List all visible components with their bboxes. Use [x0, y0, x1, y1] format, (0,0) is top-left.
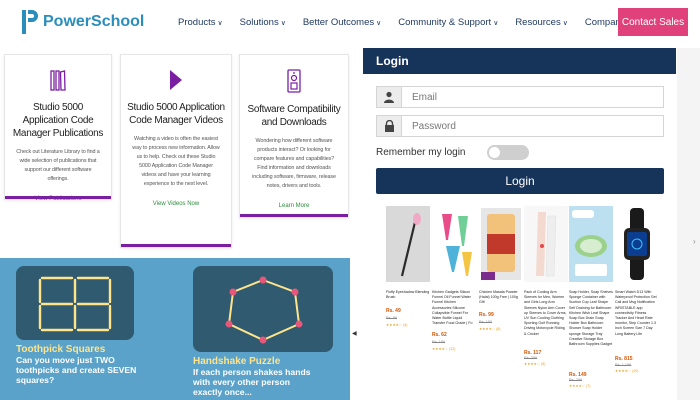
product-rating: ★★★★☆ (5)	[524, 362, 546, 366]
remember-login-label: Remember my login	[376, 147, 466, 158]
chevron-down-icon: ∨	[217, 20, 223, 27]
email-input[interactable]	[402, 86, 664, 108]
password-field	[376, 115, 664, 137]
product-rating: ★★★★☆ (4)	[386, 323, 408, 327]
product-price: Rs. 49	[386, 308, 401, 314]
product-image	[524, 206, 568, 282]
product-card[interactable]: Pack of Cooling Arm Sleeves for Men, Wom…	[524, 206, 568, 366]
card-title: Software Compatibility and Downloads	[247, 104, 341, 128]
product-image	[432, 206, 476, 282]
remember-login-toggle[interactable]	[487, 145, 529, 160]
product-card[interactable]: Chicken Masala Powder (Halal) 100g Free …	[479, 206, 523, 360]
resource-card-compatibility: Software Compatibility and Downloads Won…	[239, 54, 349, 218]
product-rating: ★★★★☆ (10)	[615, 369, 639, 373]
card-accent-bar	[5, 196, 111, 199]
product-name: Smart Watch D13 With Waterproof Protecti…	[615, 290, 657, 336]
nav-better-outcomes[interactable]: Better Outcomes ∨	[303, 17, 381, 28]
product-image	[386, 206, 430, 282]
compatibility-icon	[287, 69, 301, 93]
nav-resources[interactable]: Resources ∨	[515, 17, 568, 28]
product-card[interactable]: Fluffy Eyeshadow Blending Brush Rs. 49 R…	[386, 206, 430, 360]
toothpick-puzzle-tile[interactable]	[16, 266, 134, 340]
card-description: Watching a video is often the easiest wa…	[132, 136, 220, 187]
main-nav: Products ∨ Solutions ∨ Better Outcomes ∨ Co…	[178, 17, 650, 28]
product-name: Kitchen Gadgets Silicon Funnel Oil Funne…	[432, 290, 473, 326]
card-title: Studio 5000 Application Code Manager Vid…	[127, 102, 225, 126]
play-icon	[170, 70, 182, 90]
site-header: PowerSchool Products ∨ Solutions ∨ Better …	[0, 0, 700, 46]
nav-community-support[interactable]: Community & Support ∨	[398, 17, 498, 28]
product-mrp: Rs. 1,199	[615, 363, 632, 367]
product-card[interactable]: Smart Watch D13 With Waterproof Protecti…	[615, 206, 659, 373]
product-mrp: Rs. 299	[569, 378, 583, 382]
product-name: Fluffy Eyeshadow Blending Brush	[386, 290, 430, 300]
product-name: Soap Holder, Soap Shelves Sponge Contain…	[569, 290, 613, 347]
shelf-left-arrow-icon[interactable]: ◀	[352, 330, 357, 337]
product-rating: ★★★★☆ (8)	[479, 327, 501, 331]
product-image	[615, 206, 659, 282]
learn-more-link[interactable]: Learn More	[240, 203, 348, 209]
toggle-knob	[489, 147, 500, 158]
login-button[interactable]: Login	[376, 168, 664, 194]
product-rating: ★★★★☆ (7)	[569, 384, 591, 388]
card-description: Wondering how different software product…	[252, 138, 336, 189]
handshake-puzzle-title: Handshake Puzzle	[193, 356, 281, 367]
nav-label: Products	[178, 17, 216, 28]
nav-label: Better Outcomes	[302, 17, 375, 28]
card-accent-bar	[121, 244, 231, 247]
product-image	[479, 206, 523, 282]
toothpick-puzzle-title: Toothpick Squares	[16, 344, 106, 355]
product-mrp: Rs. 99	[386, 316, 397, 320]
book-stack-icon	[50, 70, 66, 91]
card-title: Studio 5000 Application Code Manager Pub…	[12, 102, 104, 139]
toothpick-puzzle-description: Can you move just TWO toothpicks and cre…	[16, 355, 137, 385]
nav-label: Community & Support	[398, 17, 492, 28]
contact-sales-button[interactable]: Contact Sales	[618, 8, 688, 36]
scrollbar[interactable]	[677, 48, 700, 400]
product-price: Rs. 815	[615, 356, 633, 362]
powerschool-logo-icon	[22, 10, 38, 34]
product-rating: ★★★★☆ (12)	[432, 347, 456, 351]
product-mrp: Rs. 150	[432, 340, 446, 344]
email-field	[376, 86, 664, 108]
handshake-graph-graphic	[225, 276, 303, 344]
product-card[interactable]: Soap Holder, Soap Shelves Sponge Contain…	[569, 206, 613, 388]
user-icon	[376, 86, 402, 108]
nav-label: Solutions	[239, 17, 279, 28]
nav-products[interactable]: Products ∨	[178, 17, 223, 28]
chevron-down-icon: ∨	[376, 20, 382, 27]
login-heading: Login	[363, 48, 676, 74]
toothpick-squares-graphic	[38, 276, 112, 332]
product-price: Rs. 62	[432, 332, 447, 338]
chevron-down-icon: ∨	[493, 20, 499, 27]
product-name: Chicken Masala Powder (Halal) 100g Free …	[479, 290, 518, 305]
view-videos-link[interactable]: View Videos Now	[121, 201, 231, 207]
logo-text: PowerSchool	[43, 13, 145, 30]
chevron-down-icon: ∨	[280, 20, 286, 27]
resource-card-publications: Studio 5000 Application Code Manager Pub…	[4, 54, 112, 202]
product-image	[569, 206, 613, 282]
lock-icon	[376, 115, 402, 137]
product-price: Rs. 99	[479, 312, 494, 318]
chevron-right-icon[interactable]: ›	[693, 237, 696, 246]
handshake-puzzle-tile[interactable]	[193, 266, 333, 352]
powerschool-logo[interactable]: PowerSchool	[22, 10, 144, 34]
card-description: Check out Literature Library to find a w…	[16, 149, 100, 182]
handshake-puzzle-description: If each person shakes hands with every o…	[193, 367, 311, 397]
resource-card-videos: Studio 5000 Application Code Manager Vid…	[120, 54, 232, 248]
password-input[interactable]	[402, 115, 664, 137]
product-card[interactable]: Kitchen Gadgets Silicon Funnel Oil Funne…	[432, 206, 476, 360]
product-mrp: Rs. 150	[479, 320, 493, 324]
product-mrp: Rs. 299	[524, 356, 538, 360]
chevron-down-icon: ∨	[562, 20, 568, 27]
nav-solutions[interactable]: Solutions ∨	[240, 17, 286, 28]
nav-label: Resources	[515, 17, 561, 28]
product-name: Pack of Cooling Arm Sleeves for Men, Wom…	[524, 290, 567, 336]
login-panel: Login Remember my login Login	[363, 48, 676, 202]
card-accent-bar	[240, 214, 348, 217]
